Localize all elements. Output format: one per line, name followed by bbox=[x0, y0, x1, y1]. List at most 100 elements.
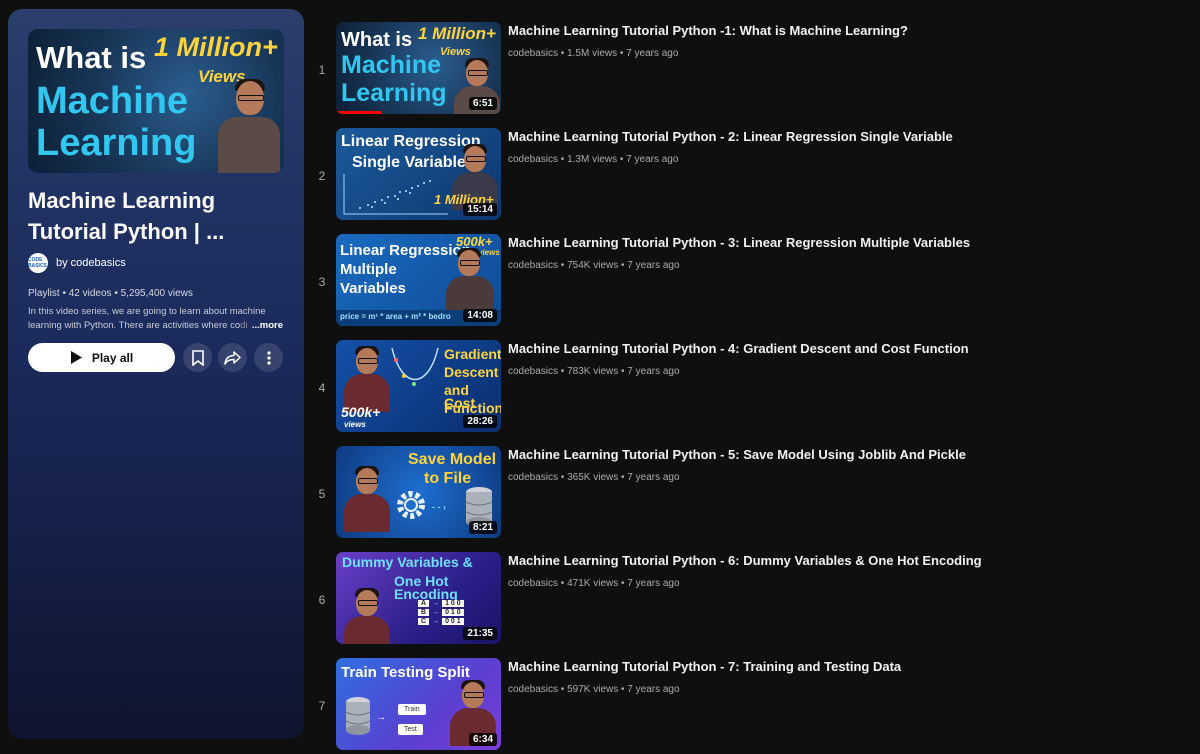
split-arrow: → bbox=[376, 712, 386, 723]
video-index: 2 bbox=[318, 169, 326, 183]
video-channel[interactable]: codebasics bbox=[508, 48, 558, 59]
video-title[interactable]: Machine Learning Tutorial Python -1: Wha… bbox=[508, 23, 908, 38]
playlist-cover-thumbnail[interactable]: What is Machine Learning 1 Million+ View… bbox=[28, 29, 284, 173]
play-icon bbox=[70, 351, 82, 364]
video-channel[interactable]: codebasics bbox=[508, 154, 558, 165]
table-label: A bbox=[418, 600, 430, 607]
channel-avatar[interactable]: CODE BASICS bbox=[28, 253, 48, 273]
video-age: 7 years ago bbox=[627, 472, 680, 483]
thumb-text: Machine bbox=[341, 51, 442, 79]
video-title[interactable]: Machine Learning Tutorial Python - 3: Li… bbox=[508, 235, 970, 250]
thumb-text: Descent bbox=[444, 364, 499, 380]
playlist-video-item[interactable]: 6 Dummy Variables & One Hot Encoding A → 1… bbox=[308, 552, 1188, 648]
playlist-video-item[interactable]: 2 Linear Regression Single Variable 1 Mi… bbox=[308, 128, 1188, 224]
video-age: 7 years ago bbox=[627, 684, 680, 695]
train-box: Train bbox=[398, 704, 426, 715]
video-meta: codebasics • 1.3M views • 7 years ago bbox=[508, 154, 679, 165]
more-actions-button[interactable] bbox=[254, 343, 283, 372]
video-views: 754K views bbox=[567, 260, 619, 271]
video-index: 7 bbox=[318, 699, 326, 713]
video-channel[interactable]: codebasics bbox=[508, 260, 558, 271]
video-channel[interactable]: codebasics bbox=[508, 684, 558, 695]
thumb-text: What is bbox=[341, 29, 413, 51]
video-thumbnail[interactable]: Gradient Descent and Cost Function 500k+… bbox=[336, 340, 501, 432]
video-views: 365K views bbox=[567, 472, 619, 483]
video-thumbnail[interactable]: Linear Regression Single Variable 1 Mill… bbox=[336, 128, 501, 220]
arrow-graphic: - - › bbox=[432, 502, 446, 512]
playlist-title: Machine Learning Tutorial Python | ... bbox=[28, 188, 225, 244]
video-channel[interactable]: codebasics bbox=[508, 472, 558, 483]
cover-line-1: What is bbox=[36, 40, 147, 75]
video-meta: codebasics • 471K views • 7 years ago bbox=[508, 578, 680, 589]
owner-name[interactable]: by codebasics bbox=[56, 257, 126, 269]
playlist-video-item[interactable]: 7 Train Testing Split → Train Test 6:34 … bbox=[308, 658, 1188, 754]
table-label: C bbox=[418, 618, 430, 625]
video-title[interactable]: Machine Learning Tutorial Python - 5: Sa… bbox=[508, 447, 966, 462]
share-icon bbox=[224, 350, 241, 365]
table-label: B bbox=[418, 609, 430, 616]
video-views: 597K views bbox=[567, 684, 619, 695]
video-title[interactable]: Machine Learning Tutorial Python - 2: Li… bbox=[508, 129, 953, 144]
video-meta: codebasics • 783K views • 7 years ago bbox=[508, 366, 680, 377]
table-cells: 0 0 1 bbox=[442, 618, 464, 625]
thumb-badge: 1 Million+ bbox=[418, 24, 496, 43]
database-icon bbox=[345, 697, 371, 735]
presenter-image bbox=[446, 248, 494, 314]
thumb-text: Variables bbox=[340, 280, 406, 297]
play-all-button[interactable]: Play all bbox=[28, 343, 175, 372]
video-meta: codebasics • 597K views • 7 years ago bbox=[508, 684, 680, 695]
video-duration: 15:14 bbox=[463, 203, 497, 216]
presenter-image bbox=[344, 466, 390, 532]
video-index: 3 bbox=[318, 275, 326, 289]
watch-progress-bar bbox=[336, 111, 381, 114]
video-index: 6 bbox=[318, 593, 326, 607]
thumb-badge: 500k+ bbox=[341, 404, 381, 420]
playlist-header-panel: What is Machine Learning 1 Million+ View… bbox=[8, 9, 304, 739]
video-thumbnail[interactable]: Linear Regression Multiple Variables 500… bbox=[336, 234, 501, 326]
video-index: 4 bbox=[318, 381, 326, 395]
gradient-curve-graphic bbox=[391, 347, 439, 386]
video-meta: codebasics • 754K views • 7 years ago bbox=[508, 260, 680, 271]
playlist-video-item[interactable]: 1 What is Machine Learning 1 Million+ Vi… bbox=[308, 22, 1188, 118]
playlist-video-item[interactable]: 5 Save Model to File - - › 8:21 Machine … bbox=[308, 446, 1188, 542]
video-title[interactable]: Machine Learning Tutorial Python - 7: Tr… bbox=[508, 659, 901, 674]
video-views: 471K views bbox=[567, 578, 619, 589]
description-text: In this video series, we are going to le… bbox=[28, 306, 266, 331]
video-age: 7 years ago bbox=[626, 48, 679, 59]
encoding-table: A → 1 0 0 B → 0 1 0 C → 0 0 1 bbox=[418, 600, 464, 625]
thumb-text: One Hot Encoding bbox=[394, 573, 458, 603]
more-link[interactable]: ...more bbox=[247, 319, 283, 333]
thumb-text: to File bbox=[424, 470, 472, 487]
video-meta: codebasics • 1.5M views • 7 years ago bbox=[508, 48, 679, 59]
thumb-badge-sub: Views bbox=[440, 46, 471, 58]
video-thumbnail[interactable]: Save Model to File - - › 8:21 bbox=[336, 446, 501, 538]
video-duration: 6:34 bbox=[468, 733, 497, 746]
video-title[interactable]: Machine Learning Tutorial Python - 4: Gr… bbox=[508, 341, 969, 356]
save-playlist-button[interactable] bbox=[183, 343, 212, 372]
video-channel[interactable]: codebasics bbox=[508, 366, 558, 377]
video-age: 7 years ago bbox=[626, 154, 679, 165]
cover-line-3: Learning bbox=[36, 122, 197, 164]
playlist-description: In this video series, we are going to le… bbox=[28, 305, 283, 333]
playlist-video-item[interactable]: 3 Linear Regression Multiple Variables 5… bbox=[308, 234, 1188, 330]
presenter-image bbox=[344, 588, 390, 644]
video-channel[interactable]: codebasics bbox=[508, 578, 558, 589]
playlist-owner[interactable]: CODE BASICS by codebasics bbox=[28, 253, 126, 273]
video-duration: 14:08 bbox=[463, 309, 497, 322]
video-age: 7 years ago bbox=[627, 260, 680, 271]
thumb-badge-sub: views bbox=[344, 420, 366, 429]
video-title[interactable]: Machine Learning Tutorial Python - 6: Du… bbox=[508, 553, 982, 568]
playlist-video-item[interactable]: 4 Gradient Descent and Cost Function 500… bbox=[308, 340, 1188, 436]
cover-badge: 1 Million+ bbox=[154, 32, 278, 62]
table-cells: 0 1 0 bbox=[442, 609, 464, 616]
presenter-image bbox=[218, 79, 280, 173]
video-thumbnail[interactable]: Train Testing Split → Train Test 6:34 bbox=[336, 658, 501, 750]
thumb-text: Single Variable bbox=[352, 154, 466, 171]
gear-icon bbox=[397, 491, 425, 519]
video-thumbnail[interactable]: Dummy Variables & One Hot Encoding A → 1 0… bbox=[336, 552, 501, 644]
video-thumbnail[interactable]: What is Machine Learning 1 Million+ View… bbox=[336, 22, 501, 114]
kebab-menu-icon bbox=[266, 350, 271, 365]
video-duration: 6:51 bbox=[468, 97, 497, 110]
share-button[interactable] bbox=[218, 343, 247, 372]
video-duration: 8:21 bbox=[468, 521, 497, 534]
